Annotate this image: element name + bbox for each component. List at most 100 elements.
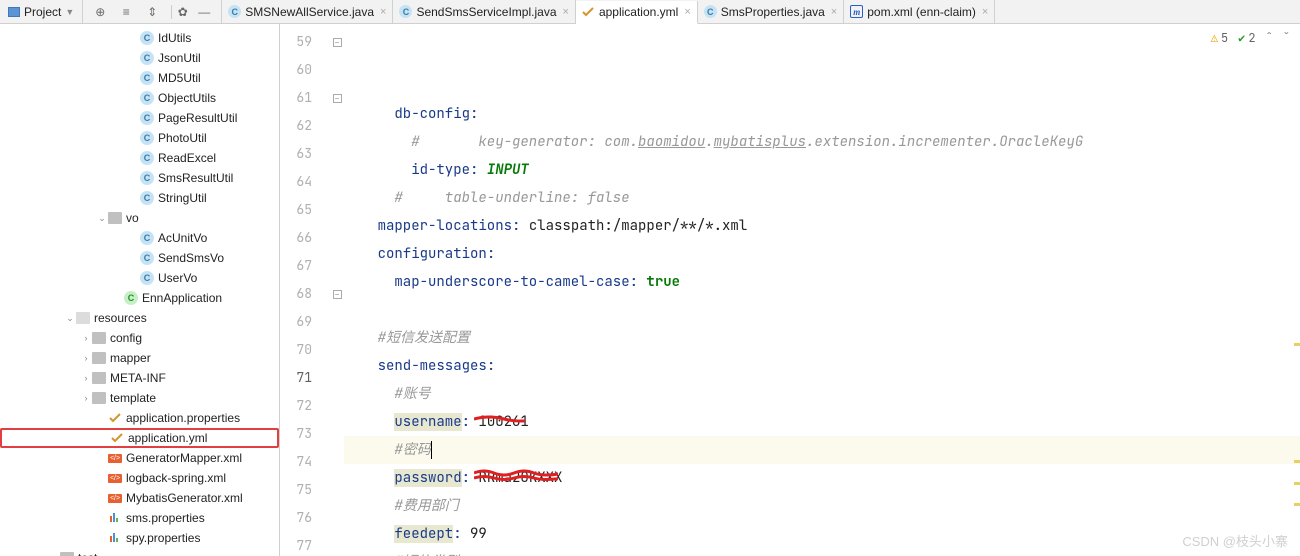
tree-row[interactable]: CJsonUtil — [0, 48, 279, 68]
chevron-right-icon[interactable]: › — [80, 333, 92, 343]
code-line[interactable]: password: RRma20KXXX — [344, 464, 1300, 492]
code-line[interactable] — [344, 296, 1300, 324]
project-icon — [8, 7, 20, 17]
close-tab-icon[interactable]: × — [684, 6, 690, 18]
code-line[interactable]: configuration: — [344, 240, 1300, 268]
chevron-down-icon[interactable]: ⌄ — [48, 553, 60, 556]
tree-row[interactable]: CReadExcel — [0, 148, 279, 168]
tree-row[interactable]: CObjectUtils — [0, 88, 279, 108]
editor-tab[interactable]: CSMSNewAllService.java× — [222, 0, 393, 23]
editor-tab[interactable]: CSendSmsServiceImpl.java× — [393, 0, 576, 23]
text-cursor — [431, 441, 432, 459]
tree-row[interactable]: CUserVo — [0, 268, 279, 288]
project-label-text: Project — [24, 5, 61, 19]
tree-row[interactable]: ›config — [0, 328, 279, 348]
project-tool-window-label[interactable]: Project ▼ — [0, 0, 83, 23]
code-line[interactable]: #短信发送配置 — [344, 324, 1300, 352]
code-line[interactable]: #账号 — [344, 380, 1300, 408]
code-area[interactable]: ⚠5 ✔2 ˆ ˇ db-config: # key-generator: co… — [344, 24, 1300, 556]
tree-label: mapper — [110, 351, 151, 365]
code-line[interactable]: send-messages: — [344, 352, 1300, 380]
fold-toggle-icon[interactable]: − — [333, 290, 342, 299]
code-line[interactable]: #费用部门 — [344, 492, 1300, 520]
tree-row[interactable]: </>MybatisGenerator.xml — [0, 488, 279, 508]
locate-icon[interactable]: ⊕ — [93, 5, 107, 19]
editor-tab[interactable]: application.yml× — [576, 1, 698, 24]
tree-label: logback-spring.xml — [126, 471, 226, 485]
tree-row[interactable]: application.yml — [0, 428, 279, 448]
redacted-value: RRma20KXXX — [478, 464, 562, 492]
tree-row[interactable]: ⌄vo — [0, 208, 279, 228]
ok-icon: ✔ — [1238, 30, 1245, 46]
code-line[interactable]: mapper-locations: classpath:/mapper/**/*… — [344, 212, 1300, 240]
chevron-right-icon[interactable]: › — [80, 353, 92, 363]
tree-row[interactable]: C AcUnitVo — [0, 228, 279, 248]
code-line[interactable]: db-config: — [344, 100, 1300, 128]
fold-column[interactable]: − − − — [330, 24, 344, 556]
fold-toggle-icon[interactable]: − — [333, 38, 342, 47]
editor-tab[interactable]: CSmsProperties.java× — [698, 0, 844, 23]
code-line[interactable]: # table-underline: false — [344, 184, 1300, 212]
tree-row[interactable]: ›template — [0, 388, 279, 408]
tree-row[interactable]: CPageResultUtil — [0, 108, 279, 128]
inspection-hints[interactable]: ⚠5 ✔2 ˆ ˇ — [1211, 30, 1290, 46]
gear-icon[interactable]: ✿ — [171, 5, 185, 19]
tree-row[interactable]: CPhotoUtil — [0, 128, 279, 148]
tree-row[interactable]: ›META-INF — [0, 368, 279, 388]
tree-row[interactable]: application.properties — [0, 408, 279, 428]
code-line[interactable]: # key-generator: com.baomidou.mybatisplu… — [344, 128, 1300, 156]
chevron-right-icon[interactable]: › — [80, 393, 92, 403]
tree-row[interactable]: CEnnApplication — [0, 288, 279, 308]
project-toolbar: ⊕ ≡ ⇕ ✿ — — [83, 0, 222, 23]
tree-row[interactable]: </> logback-spring.xml — [0, 468, 279, 488]
chevron-down-icon[interactable]: ⌄ — [64, 313, 76, 324]
line-number: 70 — [280, 336, 330, 364]
tree-row[interactable]: CStringUtil — [0, 188, 279, 208]
code-line[interactable]: id-type: INPUT — [344, 156, 1300, 184]
line-number: 65 — [280, 196, 330, 224]
chevron-up-icon[interactable]: ˆ — [1266, 30, 1273, 46]
close-tab-icon[interactable]: × — [380, 6, 386, 18]
line-number: 69 — [280, 308, 330, 336]
line-number: 60 — [280, 56, 330, 84]
class-icon: C — [140, 131, 154, 145]
tree-row[interactable]: › mapper — [0, 348, 279, 368]
hide-icon[interactable]: — — [197, 5, 211, 19]
close-tab-icon[interactable]: × — [831, 6, 837, 18]
error-stripe[interactable] — [1294, 24, 1300, 556]
chevron-down-icon[interactable]: ⌄ — [96, 213, 108, 224]
tree-label: ObjectUtils — [158, 91, 216, 105]
tree-row[interactable]: CSendSmsVo — [0, 248, 279, 268]
code-line[interactable]: map-underscore-to-camel-case: true — [344, 268, 1300, 296]
close-tab-icon[interactable]: × — [982, 6, 988, 18]
class-icon: C — [140, 231, 154, 245]
line-number: 75 — [280, 476, 330, 504]
code-line[interactable]: username: 100261 — [344, 408, 1300, 436]
editor-tab[interactable]: mpom.xml (enn-claim)× — [844, 0, 995, 23]
tree-row[interactable]: CSmsResultUtil — [0, 168, 279, 188]
class-icon: C — [140, 71, 154, 85]
tree-row[interactable]: CMD5Util — [0, 68, 279, 88]
project-tree[interactable]: CIdUtilsCJsonUtilCMD5UtilCObjectUtilsCPa… — [0, 24, 280, 556]
collapse-icon[interactable]: ⇕ — [145, 5, 159, 19]
line-number: 59 — [280, 28, 330, 56]
tree-row[interactable]: CIdUtils — [0, 28, 279, 48]
code-editor[interactable]: 59606162636465666768697071727374757677 −… — [280, 24, 1300, 556]
tree-row[interactable]: </>GeneratorMapper.xml — [0, 448, 279, 468]
chevron-down-icon[interactable]: ˇ — [1283, 30, 1290, 46]
code-line[interactable]: feedept: 99 — [344, 520, 1300, 548]
close-tab-icon[interactable]: × — [563, 6, 569, 18]
tree-label: sms.properties — [126, 511, 205, 525]
tree-row[interactable]: sms.properties — [0, 508, 279, 528]
chevron-right-icon[interactable]: › — [80, 373, 92, 383]
fold-toggle-icon[interactable]: − — [333, 94, 342, 103]
tree-row[interactable]: ⌄test — [0, 548, 279, 556]
xml-file-icon: </> — [108, 471, 122, 485]
tree-row[interactable]: spy.properties — [0, 528, 279, 548]
tree-row[interactable]: ⌄resources — [0, 308, 279, 328]
line-number: 62 — [280, 112, 330, 140]
code-line[interactable]: #短信类型 — [344, 548, 1300, 556]
code-line[interactable]: #密码 — [344, 436, 1300, 464]
tree-label: AcUnitVo — [158, 231, 207, 245]
expand-icon[interactable]: ≡ — [119, 5, 133, 19]
